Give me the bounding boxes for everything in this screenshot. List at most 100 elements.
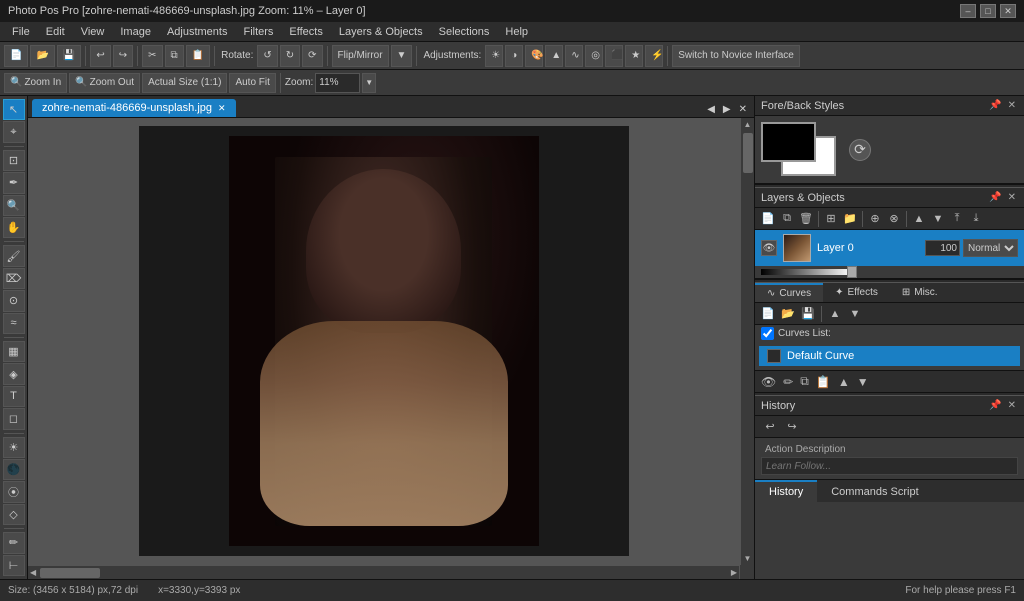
paste-button[interactable]: 📋 — [186, 45, 210, 67]
horizontal-scrollbar[interactable]: ◀ ▶ — [28, 565, 739, 579]
select-tool-button[interactable]: ↖ — [3, 99, 25, 120]
actual-size-button[interactable]: Actual Size (1:1) — [142, 73, 227, 93]
flip-dropdown-button[interactable]: ▼ — [391, 45, 413, 67]
hscroll-thumb[interactable] — [40, 568, 100, 578]
opacity-track[interactable] — [761, 269, 851, 275]
clone-tool-button[interactable]: ⊙ — [3, 290, 25, 311]
layer-row-0[interactable]: 👁 Layer 0 Normal — [755, 230, 1024, 266]
menu-view[interactable]: View — [73, 24, 113, 40]
history-pin-button[interactable]: 📌 — [987, 400, 1003, 411]
layers-pin-button[interactable]: 📌 — [987, 192, 1003, 203]
move-layer-down-button[interactable]: ▼ — [929, 210, 947, 228]
switch-interface-button[interactable]: Switch to Novice Interface — [672, 45, 800, 67]
curves-edit-btn[interactable]: ✏ — [781, 375, 795, 389]
menu-selections[interactable]: Selections — [431, 24, 498, 40]
merge-down-button[interactable]: ⊕ — [866, 210, 884, 228]
zoom-input[interactable] — [315, 73, 360, 93]
curves-save-button[interactable]: 💾 — [799, 305, 817, 323]
swap-colors-button[interactable]: ⟳ — [849, 139, 871, 161]
adj-color[interactable]: 🎨 — [525, 45, 543, 67]
curves-list-checkbox[interactable] — [761, 327, 774, 340]
gradient-tool-button[interactable]: ▦ — [3, 341, 25, 362]
curves-arrow-down-btn[interactable]: ▼ — [855, 375, 871, 389]
tab-scroll-right-button[interactable]: ▶ — [720, 104, 734, 115]
zoom-out-button[interactable]: 🔍 Zoom Out — [69, 73, 140, 93]
curves-add-button[interactable]: ▲ — [826, 305, 844, 323]
fore-color-swatch[interactable] — [761, 122, 816, 162]
layer-group-button[interactable]: 📁 — [841, 210, 859, 228]
zoom-dropdown-button[interactable]: ▼ — [362, 73, 376, 93]
zoom-tool-button[interactable]: 🔍 — [3, 195, 25, 216]
fore-back-pin-button[interactable]: 📌 — [987, 100, 1003, 111]
curves-open-button[interactable]: 📂 — [779, 305, 797, 323]
layer-to-top-button[interactable]: ⤒ — [948, 210, 966, 228]
shape-tool-button[interactable]: ◻ — [3, 408, 25, 429]
blur-tool-button[interactable]: ⦿ — [3, 481, 25, 502]
smudge-tool-button[interactable]: ≈ — [3, 313, 25, 334]
delete-layer-button[interactable]: 🗑 — [797, 210, 815, 228]
vscroll-down-button[interactable]: ▼ — [742, 552, 754, 565]
layer-to-bottom-button[interactable]: ⤓ — [967, 210, 985, 228]
adj-hue[interactable]: ◎ — [585, 45, 603, 67]
new-layer-button[interactable]: 📄 — [759, 210, 777, 228]
menu-filters[interactable]: Filters — [235, 24, 281, 40]
layer-opacity-input[interactable] — [925, 240, 960, 256]
auto-fit-button[interactable]: Auto Fit — [229, 73, 275, 93]
cut-button[interactable]: ✂ — [142, 45, 162, 67]
adj-curves[interactable]: ∿ — [565, 45, 583, 67]
tab-close-all-button[interactable]: ✕ — [736, 104, 750, 115]
burn-tool-button[interactable]: 🌑 — [3, 459, 25, 480]
curves-eye-btn[interactable]: 👁 — [759, 375, 778, 389]
curves-remove-button[interactable]: ▼ — [846, 305, 864, 323]
dodge-tool-button[interactable]: ☀ — [3, 437, 25, 458]
fill-tool-button[interactable]: ◈ — [3, 363, 25, 384]
hand-tool-button[interactable]: ✋ — [3, 217, 25, 238]
layers-close-button[interactable]: ✕ — [1006, 192, 1018, 203]
new-button[interactable]: 📄 — [4, 45, 28, 67]
image-tab[interactable]: zohre-nemati-486669-unsplash.jpg ✕ — [32, 99, 236, 117]
tab-scroll-left-button[interactable]: ◀ — [704, 104, 718, 115]
maximize-button[interactable]: □ — [980, 4, 996, 18]
blend-mode-select[interactable]: Normal — [963, 239, 1018, 257]
fore-back-close-button[interactable]: ✕ — [1006, 100, 1018, 111]
tab-commands-script[interactable]: Commands Script — [817, 480, 932, 502]
merge-visible-button[interactable]: ⊗ — [885, 210, 903, 228]
history-undo-button[interactable]: ↩ — [761, 418, 779, 436]
layer-properties-button[interactable]: ⊞ — [822, 210, 840, 228]
menu-file[interactable]: File — [4, 24, 38, 40]
tab-history[interactable]: History — [755, 480, 817, 502]
hscroll-right-button[interactable]: ▶ — [729, 566, 739, 579]
menu-help[interactable]: Help — [497, 24, 536, 40]
tab-curves[interactable]: ∿ Curves — [755, 283, 823, 302]
vscroll-thumb[interactable] — [743, 133, 753, 173]
default-curve-item[interactable]: Default Curve — [759, 346, 1020, 366]
hscroll-left-button[interactable]: ◀ — [28, 566, 38, 579]
copy-button[interactable]: ⧉ — [165, 45, 184, 67]
curves-copy-btn[interactable]: ⧉ — [798, 374, 811, 389]
paint-brush-tool-button[interactable]: 🖌 — [3, 245, 25, 266]
vertical-scrollbar[interactable]: ▲ ▼ — [740, 118, 754, 565]
sharpen-tool-button[interactable]: ◇ — [3, 504, 25, 525]
minimize-button[interactable]: – — [960, 4, 976, 18]
pen-tool-button[interactable]: ✏ — [3, 532, 25, 553]
curves-paste-btn[interactable]: 📋 — [814, 375, 833, 389]
crop-tool-button[interactable]: ⊡ — [3, 150, 25, 171]
adj-levels[interactable]: ▲ — [545, 45, 563, 67]
menu-edit[interactable]: Edit — [38, 24, 73, 40]
adj-more3[interactable]: ⚡ — [645, 45, 663, 67]
save-button[interactable]: 💾 — [57, 45, 81, 67]
open-button[interactable]: 📂 — [30, 45, 54, 67]
tab-close-button[interactable]: ✕ — [218, 103, 226, 114]
flip-mirror-button[interactable]: Flip/Mirror — [332, 45, 389, 67]
curves-new-button[interactable]: 📄 — [759, 305, 777, 323]
tab-misc[interactable]: ⊞ Misc. — [890, 283, 950, 302]
action-description-input[interactable] — [761, 457, 1018, 475]
layer-visibility-button[interactable]: 👁 — [761, 240, 777, 256]
rotate-free-button[interactable]: ⟳ — [302, 45, 322, 67]
curves-arrow-up-btn[interactable]: ▲ — [836, 375, 852, 389]
adj-contrast[interactable]: ◑ — [505, 45, 523, 67]
eraser-tool-button[interactable]: ⌦ — [3, 268, 25, 289]
adj-brightness[interactable]: ☀ — [485, 45, 503, 67]
menu-layers-objects[interactable]: Layers & Objects — [331, 24, 431, 40]
rotate-cw-button[interactable]: ↻ — [280, 45, 300, 67]
